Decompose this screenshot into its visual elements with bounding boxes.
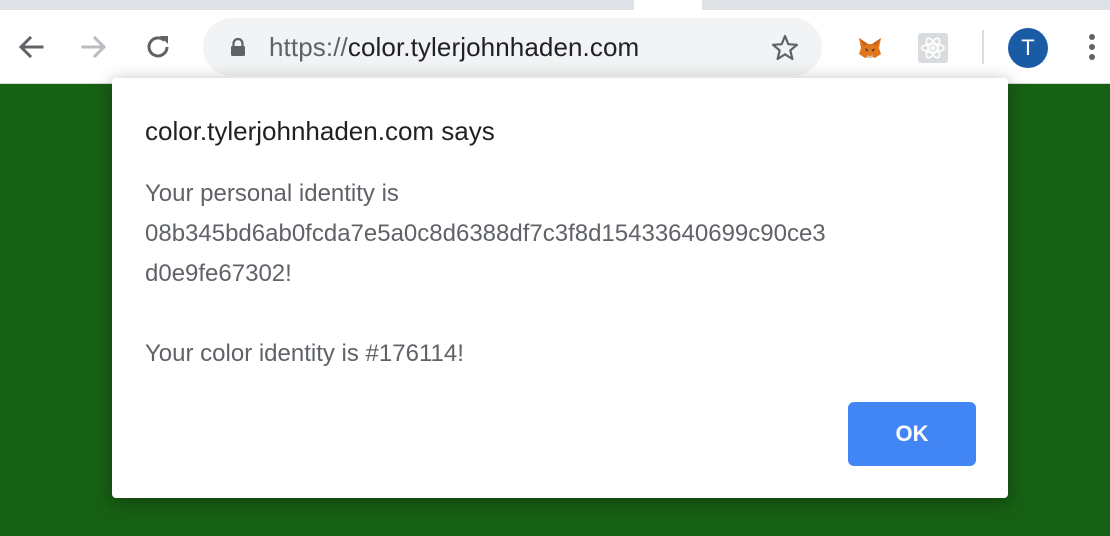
alert-dialog: color.tylerjohnhaden.com says Your perso… <box>112 78 1008 498</box>
dialog-message-line: 08b345bd6ab0fcda7e5a0c8d6388df7c3f8d1543… <box>145 220 826 247</box>
active-tab[interactable] <box>634 0 702 10</box>
dialog-message-line: d0e9fe67302! <box>145 260 292 287</box>
react-devtools-extension-button[interactable] <box>917 32 949 64</box>
profile-avatar[interactable]: T <box>1008 28 1048 68</box>
lock-icon[interactable] <box>228 37 248 57</box>
back-arrow-icon <box>18 35 44 59</box>
tab-strip <box>0 0 1110 10</box>
metamask-extension-button[interactable] <box>854 32 886 64</box>
toolbar-divider <box>982 30 984 64</box>
inactive-tab-left[interactable] <box>0 0 634 10</box>
reload-icon <box>147 36 169 58</box>
forward-arrow-icon <box>81 35 107 59</box>
dialog-title: color.tylerjohnhaden.com says <box>145 116 495 146</box>
kebab-menu-icon[interactable] <box>1080 30 1104 64</box>
forward-button[interactable] <box>77 30 111 64</box>
react-icon <box>918 33 948 63</box>
star-icon[interactable] <box>770 33 800 63</box>
inactive-tab-right[interactable] <box>702 0 1110 10</box>
ok-button[interactable]: OK <box>848 402 976 466</box>
back-button[interactable] <box>14 30 48 64</box>
reload-button[interactable] <box>141 30 175 64</box>
url-text[interactable]: https://color.tylerjohnhaden.com <box>269 32 639 62</box>
dialog-message-spacer <box>145 294 975 334</box>
dialog-message: Your personal identity is 08b345bd6ab0fc… <box>145 174 975 374</box>
browser-toolbar: https://color.tylerjohnhaden.com T <box>0 10 1110 84</box>
dialog-message-line: Your personal identity is <box>145 180 399 207</box>
url-host: color.tylerjohnhaden.com <box>347 32 640 62</box>
url-scheme: https:// <box>269 32 348 62</box>
address-bar[interactable]: https://color.tylerjohnhaden.com <box>203 18 822 76</box>
dialog-message-line: Your color identity is #176114! <box>145 340 464 367</box>
metamask-fox-icon <box>859 38 881 58</box>
